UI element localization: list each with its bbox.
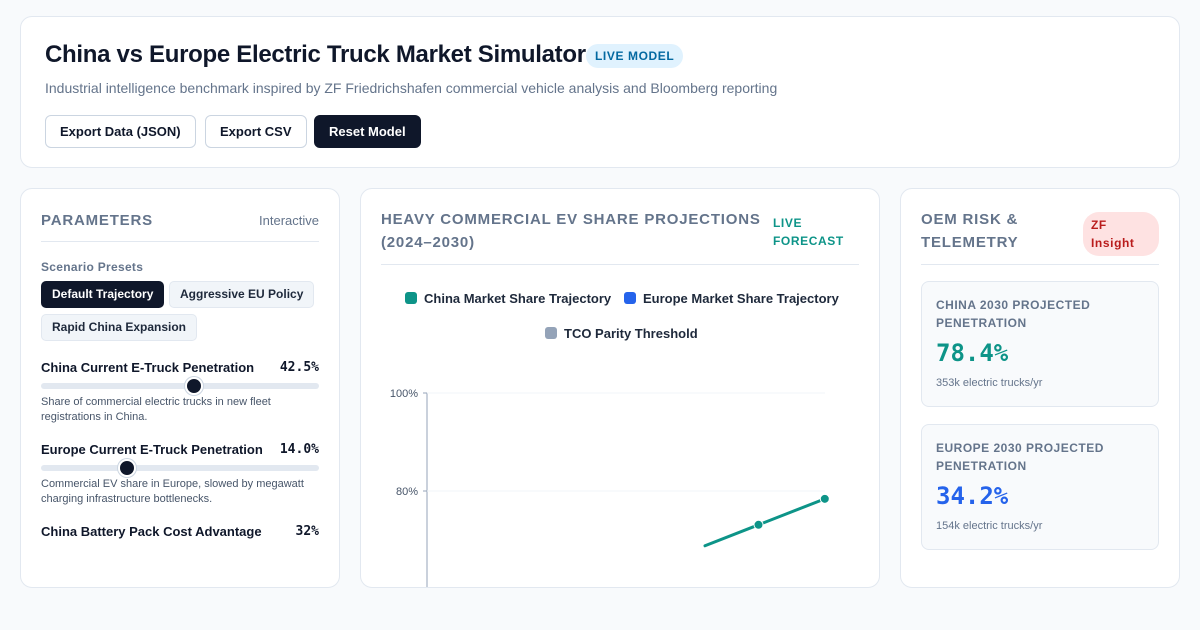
reset-model-button[interactable]: Reset Model xyxy=(314,115,421,148)
live-forecast-badge: LIVE FORECAST xyxy=(773,216,844,248)
china-data-point xyxy=(753,519,764,530)
europe-penetration-value: 14.0% xyxy=(279,442,319,457)
china-2030-volume: 353k electric trucks/yr xyxy=(936,377,1043,389)
risk-panel: OEM Risk & Telemetry ZF Insight China 20… xyxy=(900,188,1180,588)
parameters-panel: Parameters Interactive Scenario Presets … xyxy=(20,188,340,588)
header-card: China vs Europe Electric Truck Market Si… xyxy=(20,16,1180,168)
legend-tco-label: TCO Parity Threshold xyxy=(564,326,698,341)
y-tick-label: 80% xyxy=(396,486,418,498)
live-model-badge: LIVE MODEL xyxy=(586,44,684,68)
legend-europe-swatch xyxy=(624,292,636,304)
battery-cost-value: 32% xyxy=(295,524,319,539)
europe-penetration-slider-thumb[interactable] xyxy=(118,459,137,477)
zf-insight-badge: ZF Insight xyxy=(1083,212,1159,256)
china-series-line xyxy=(703,497,827,548)
battery-cost-label: China Battery Pack Cost Advantage xyxy=(41,524,262,539)
china-penetration-value: 42.5% xyxy=(279,360,319,375)
preset-aggressive-eu-policy[interactable]: Aggressive EU Policy xyxy=(169,281,315,308)
europe-penetration-slider[interactable] xyxy=(41,459,319,477)
legend-china-swatch xyxy=(405,292,417,304)
page-title: China vs Europe Electric Truck Market Si… xyxy=(45,41,586,68)
china-penetration-slider[interactable] xyxy=(41,377,319,395)
china-2030-stat: China 2030 Projected Penetration 78.4% 3… xyxy=(921,281,1159,407)
china-data-point xyxy=(819,493,830,504)
parameters-title: Parameters xyxy=(41,212,153,229)
china-penetration-label: China Current E-Truck Penetration xyxy=(41,360,255,375)
china-penetration-slider-thumb[interactable] xyxy=(184,377,203,395)
risk-title: OEM Risk & Telemetry xyxy=(921,211,1019,251)
china-penetration-description: Share of commercial electric trucks in n… xyxy=(41,396,271,423)
projections-title: Heavy Commercial EV Share Projections (2… xyxy=(381,211,761,251)
parameters-divider xyxy=(41,241,319,242)
europe-2030-volume: 154k electric trucks/yr xyxy=(936,520,1043,532)
y-tick-label: 100% xyxy=(390,388,418,400)
scenario-presets-label: Scenario Presets xyxy=(41,260,144,274)
legend-tco[interactable]: TCO Parity Threshold xyxy=(545,326,698,341)
projections-panel: Heavy Commercial EV Share Projections (2… xyxy=(360,188,880,588)
legend-tco-swatch xyxy=(545,327,557,339)
europe-penetration-label: Europe Current E-Truck Penetration xyxy=(41,442,263,457)
preset-rapid-china-expansion[interactable]: Rapid China Expansion xyxy=(41,314,198,341)
legend-europe-label: Europe Market Share Trajectory xyxy=(643,291,839,306)
interactive-label: Interactive xyxy=(259,213,319,228)
legend-europe[interactable]: Europe Market Share Trajectory xyxy=(624,291,839,306)
legend-china-label: China Market Share Trajectory xyxy=(424,291,612,306)
europe-2030-stat: Europe 2030 Projected Penetration 34.2% … xyxy=(921,424,1159,550)
share-projection-chart: 100% 80% xyxy=(390,388,830,587)
preset-default-trajectory[interactable]: Default Trajectory xyxy=(41,281,165,308)
risk-divider xyxy=(921,264,1159,265)
page-subtitle: Industrial intelligence benchmark inspir… xyxy=(45,80,778,96)
europe-2030-value: 34.2% xyxy=(936,482,1009,510)
export-json-button[interactable]: Export Data (JSON) xyxy=(45,115,196,148)
china-2030-label: China 2030 Projected Penetration xyxy=(936,298,1091,330)
china-2030-value: 78.4% xyxy=(936,339,1009,367)
export-csv-button[interactable]: Export CSV xyxy=(205,115,307,148)
europe-2030-label: Europe 2030 Projected Penetration xyxy=(936,441,1104,473)
projections-divider xyxy=(381,264,859,265)
legend-china[interactable]: China Market Share Trajectory xyxy=(405,291,611,306)
europe-penetration-description: Commercial EV share in Europe, slowed by… xyxy=(41,478,304,505)
